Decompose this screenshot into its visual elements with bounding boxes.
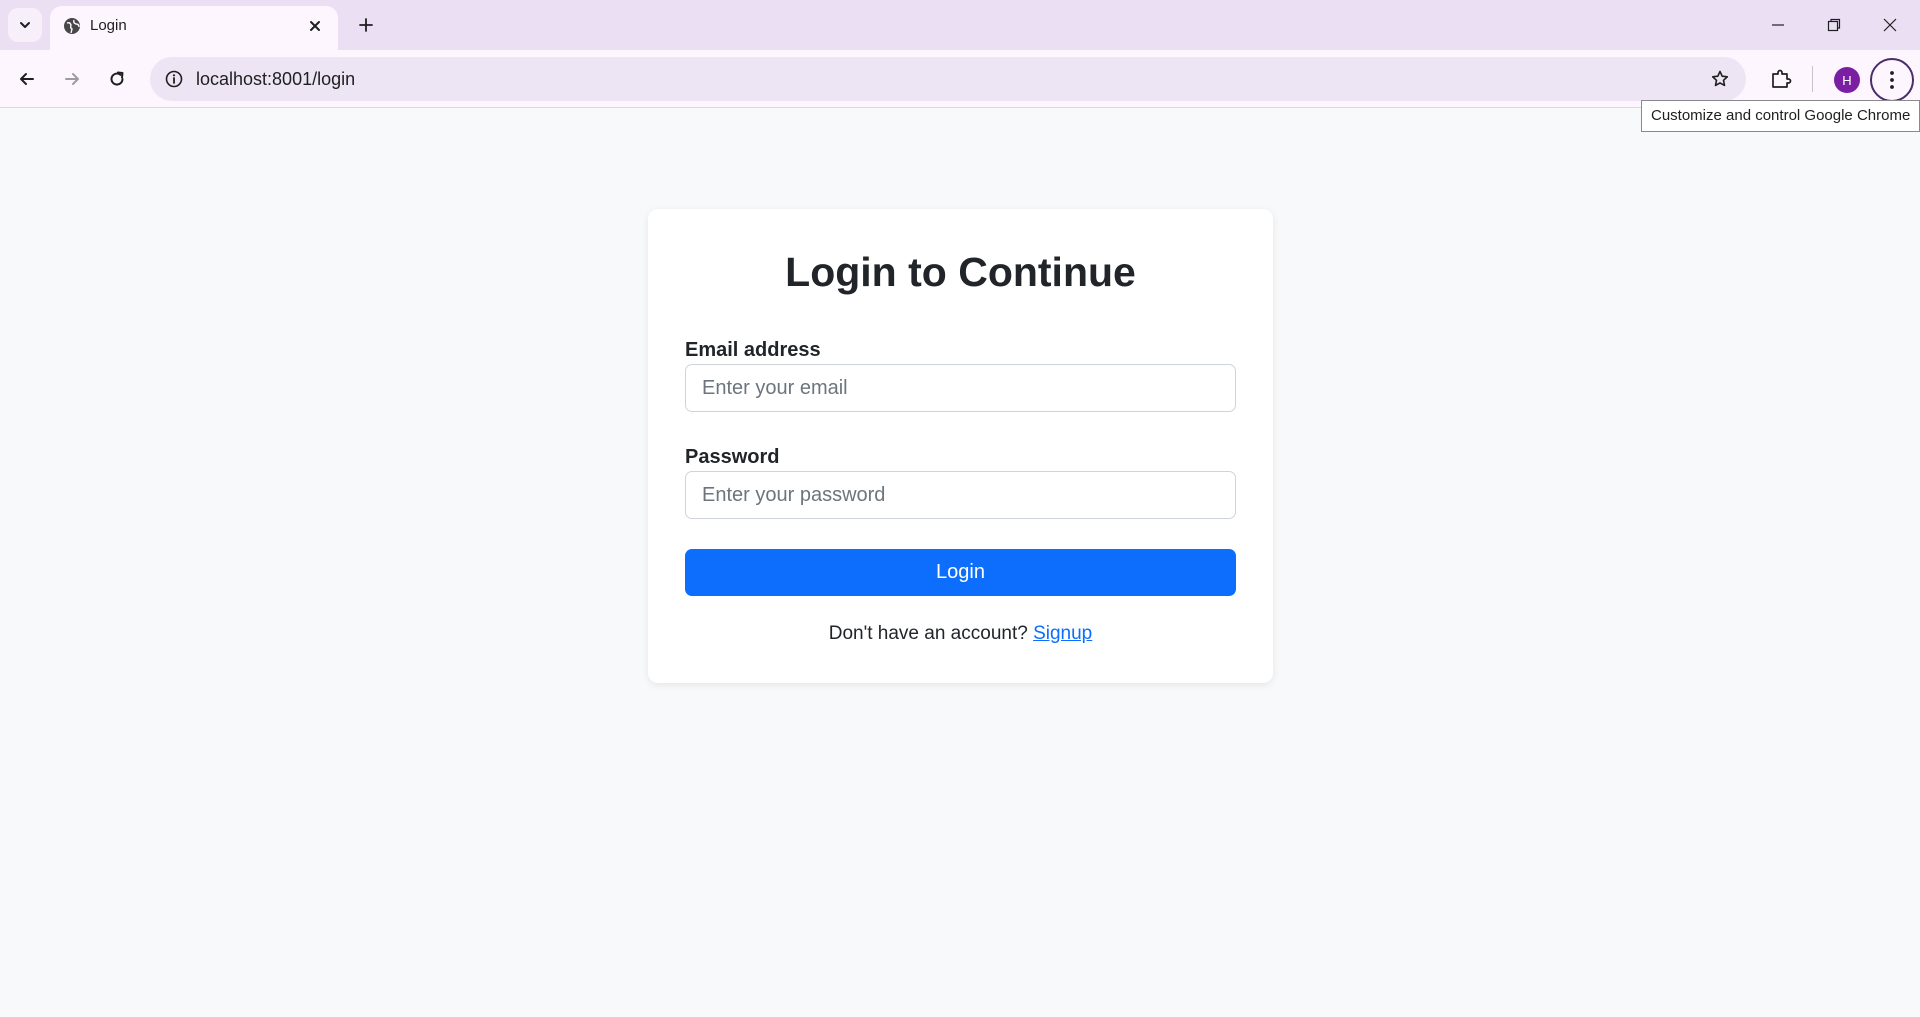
menu-tooltip: Customize and control Google Chrome xyxy=(1641,100,1920,132)
tab-strip: Login xyxy=(0,0,1920,50)
page-title: Login to Continue xyxy=(785,249,1136,295)
profile-avatar[interactable]: H xyxy=(1834,67,1860,93)
close-icon xyxy=(310,21,320,31)
login-card: Login to Continue Email address Password… xyxy=(648,209,1273,683)
signup-link[interactable]: Signup xyxy=(1033,623,1092,644)
plus-icon xyxy=(359,18,373,32)
star-icon xyxy=(1711,70,1729,87)
new-tab-button[interactable] xyxy=(352,11,380,39)
chevron-down-icon xyxy=(20,22,30,28)
email-label: Email address xyxy=(685,339,821,361)
site-info-button[interactable] xyxy=(160,65,188,93)
bookmark-button[interactable] xyxy=(1706,65,1734,93)
browser-toolbar: localhost:8001/login xyxy=(0,50,1920,108)
password-label: Password xyxy=(685,446,780,468)
close-icon xyxy=(1883,18,1897,32)
tab-search-button[interactable] xyxy=(8,8,42,42)
arrow-right-icon xyxy=(65,73,79,85)
globe-icon xyxy=(64,18,80,34)
back-button[interactable] xyxy=(9,61,45,97)
chrome-menu-button[interactable] xyxy=(1870,58,1914,102)
browser-tab-active[interactable]: Login xyxy=(50,6,338,50)
email-field[interactable] xyxy=(685,364,1236,412)
address-bar[interactable]: localhost:8001/login xyxy=(150,57,1746,101)
kebab-menu-icon xyxy=(1890,71,1894,89)
arrow-left-icon xyxy=(20,73,34,85)
signup-prompt: Don't have an account? Signup xyxy=(648,622,1273,646)
reload-button[interactable] xyxy=(99,61,135,97)
url-text[interactable]: localhost:8001/login xyxy=(196,69,355,89)
tab-title: Login xyxy=(90,17,127,34)
restore-button[interactable] xyxy=(1806,0,1862,50)
restore-icon xyxy=(1827,18,1841,32)
extensions-button[interactable] xyxy=(1763,61,1799,97)
password-field[interactable] xyxy=(685,471,1236,519)
reload-icon xyxy=(110,71,124,86)
puzzle-icon xyxy=(1772,69,1792,88)
close-window-button[interactable] xyxy=(1862,0,1918,50)
toolbar-divider xyxy=(1812,66,1813,92)
login-button[interactable]: Login xyxy=(685,549,1236,596)
minimize-button[interactable] xyxy=(1750,0,1806,50)
tab-close-button[interactable] xyxy=(304,15,326,37)
minimize-icon xyxy=(1772,24,1784,26)
forward-button[interactable] xyxy=(54,61,90,97)
info-icon xyxy=(165,70,183,88)
signup-prompt-text: Don't have an account? xyxy=(828,623,1028,644)
